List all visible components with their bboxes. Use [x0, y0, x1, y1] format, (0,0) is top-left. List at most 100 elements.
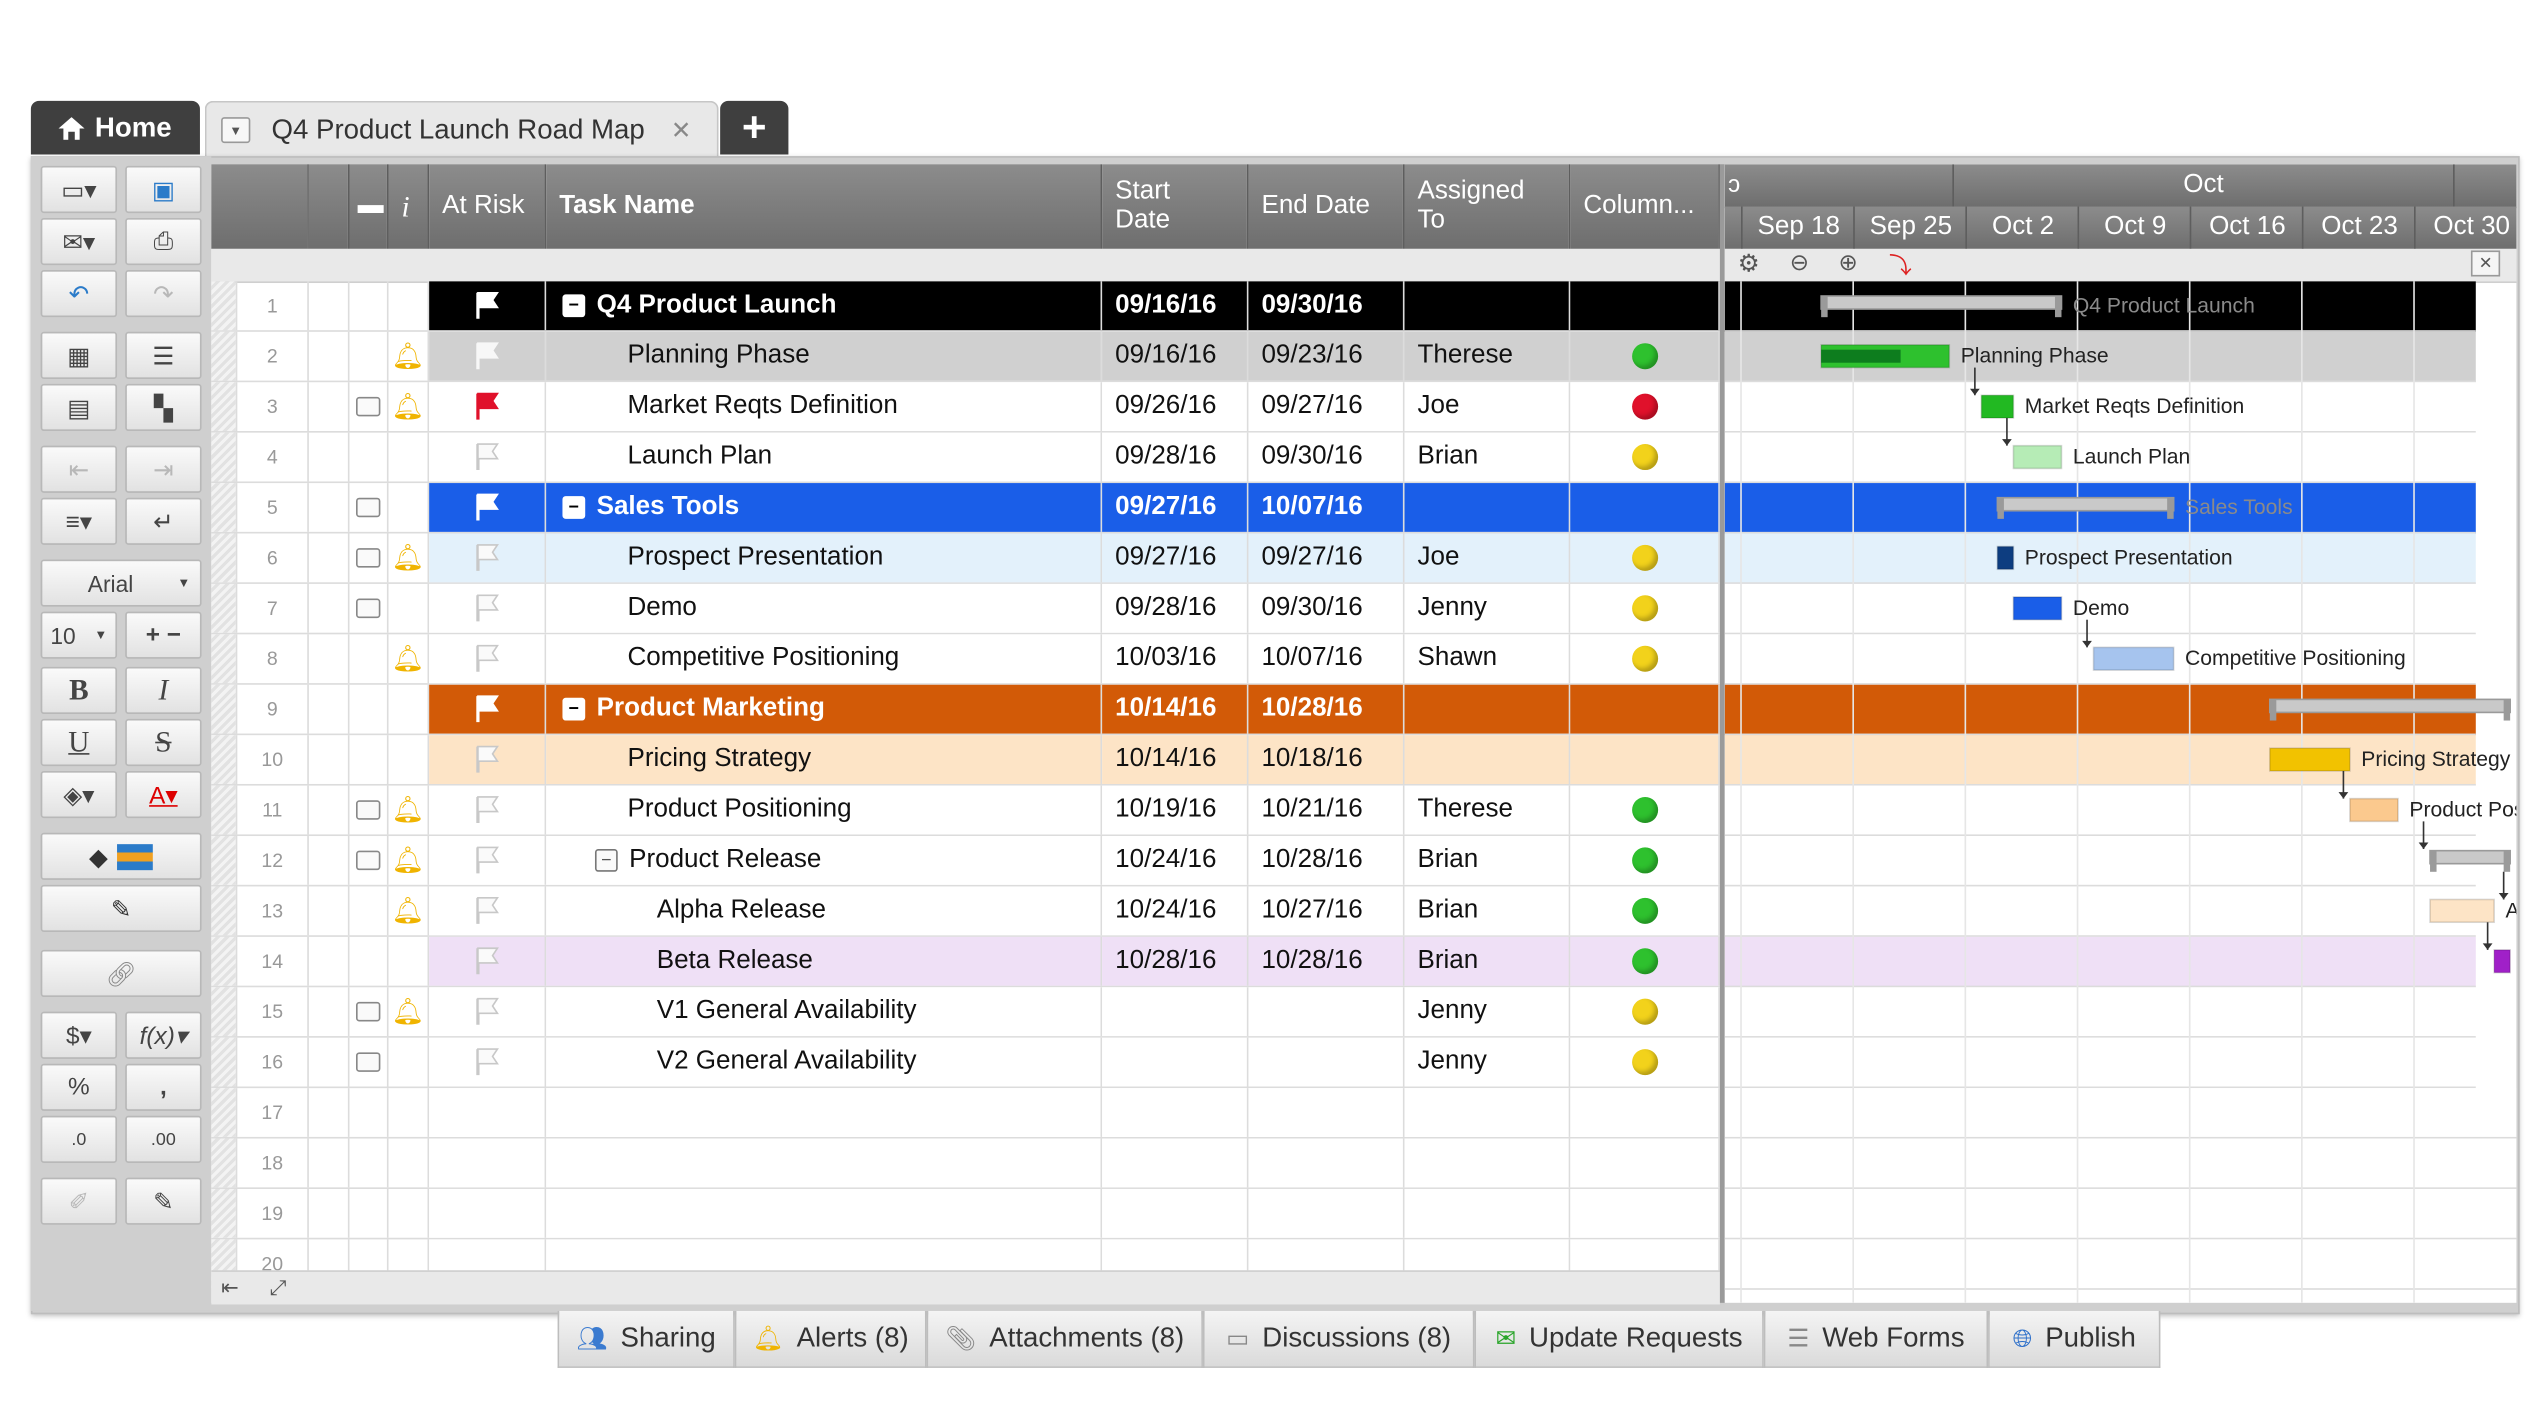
link-icon[interactable]: 🔗︎	[40, 949, 202, 998]
fill-color-icon[interactable]: ◈▾	[40, 770, 118, 819]
at-risk-cell[interactable]	[429, 533, 547, 583]
align-icon[interactable]: ≡▾	[40, 497, 118, 545]
assigned-to-cell[interactable]	[1404, 1188, 1571, 1238]
at-risk-cell[interactable]	[429, 1188, 547, 1238]
task-name-cell[interactable]: Product Positioning	[546, 785, 1103, 835]
at-risk-cell[interactable]	[429, 886, 547, 936]
flag-icon[interactable]	[474, 392, 500, 421]
alert-bell-icon[interactable]: 🔔︎	[392, 844, 425, 877]
attachment-cell[interactable]	[309, 987, 350, 1037]
row-handle[interactable]	[211, 987, 238, 1037]
gantt-bar[interactable]	[2268, 747, 2351, 772]
comment-cell[interactable]	[350, 634, 389, 684]
header-assigned-to[interactable]: Assigned To	[1404, 164, 1571, 249]
task-name-cell[interactable]: V2 General Availability	[546, 1037, 1103, 1087]
comment-cell[interactable]	[350, 331, 389, 381]
print-icon[interactable]: ⎙	[125, 217, 202, 266]
increase-decimal-icon[interactable]: .00	[125, 1115, 202, 1163]
attachment-cell[interactable]	[309, 785, 350, 835]
task-name-cell[interactable]	[546, 1088, 1103, 1137]
gantt-bar[interactable]	[1996, 545, 2015, 571]
gantt-bar[interactable]	[2092, 646, 2175, 671]
comment-icon[interactable]	[356, 1052, 381, 1072]
header-info-icon[interactable]: i	[388, 164, 430, 249]
comment-cell[interactable]	[350, 735, 389, 784]
start-date-cell[interactable]	[1102, 1188, 1249, 1238]
start-date-cell[interactable]: 10/24/16	[1102, 886, 1249, 936]
task-name-cell[interactable]: Demo	[546, 583, 1103, 633]
attachment-cell[interactable]	[309, 936, 350, 986]
assigned-to-cell[interactable]	[1404, 735, 1571, 784]
start-date-cell[interactable]: 09/28/16	[1102, 432, 1249, 482]
start-date-cell[interactable]: 09/16/16	[1102, 281, 1249, 331]
table-row[interactable]: 16 V2 General Availability Jenny	[211, 1037, 1720, 1089]
table-row[interactable]: 6 🔔︎ Prospect Presentation 09/27/16 09/27/16…	[211, 533, 1720, 584]
start-date-cell[interactable]: 10/19/16	[1102, 785, 1249, 835]
attachment-cell[interactable]	[309, 1138, 350, 1188]
task-name-cell[interactable]: Prospect Presentation	[546, 533, 1103, 583]
row-handle[interactable]	[211, 483, 238, 532]
status-cell[interactable]	[1570, 1138, 1720, 1188]
assigned-to-cell[interactable]	[1404, 483, 1571, 532]
assigned-to-cell[interactable]: Brian	[1404, 886, 1571, 936]
table-row[interactable]: 17	[211, 1088, 1720, 1139]
end-date-cell[interactable]: 10/18/16	[1248, 735, 1405, 784]
gantt-view-icon[interactable]: ☰	[125, 331, 202, 379]
assigned-to-cell[interactable]	[1404, 1088, 1571, 1137]
at-risk-cell[interactable]	[429, 382, 547, 432]
end-date-cell[interactable]: 09/30/16	[1248, 583, 1405, 633]
table-row[interactable]: 7 Demo 09/28/16 09/30/16 Jenny	[211, 583, 1720, 635]
assigned-to-cell[interactable]: Brian	[1404, 936, 1571, 986]
alert-cell[interactable]	[389, 1037, 430, 1087]
alert-cell[interactable]: 🔔︎	[389, 382, 430, 432]
task-name-cell[interactable]: − Q4 Product Launch	[546, 281, 1103, 331]
at-risk-cell[interactable]	[429, 1138, 547, 1188]
percent-icon[interactable]: %	[40, 1063, 118, 1111]
table-row[interactable]: 5− Sales Tools 09/27/16 10/07/16	[211, 483, 1720, 534]
collapse-icon[interactable]: −	[562, 697, 586, 721]
status-cell[interactable]	[1570, 331, 1720, 381]
new-icon[interactable]: ▭▾	[40, 165, 118, 214]
table-row[interactable]: 8 🔔︎ Competitive Positioning 10/03/16 10/07/…	[211, 634, 1720, 685]
header-column[interactable]: Column...	[1570, 164, 1720, 249]
task-name-cell[interactable]	[546, 1138, 1103, 1188]
attachment-cell[interactable]	[309, 684, 350, 734]
alert-cell[interactable]: 🔔︎	[389, 987, 430, 1037]
alert-bell-icon[interactable]: 🔔︎	[392, 390, 425, 423]
assigned-to-cell[interactable]: Therese	[1404, 331, 1571, 381]
alert-cell[interactable]	[389, 1138, 430, 1188]
end-date-cell[interactable]: 09/30/16	[1248, 281, 1405, 331]
end-date-cell[interactable]	[1248, 1138, 1405, 1188]
flag-icon[interactable]	[474, 997, 500, 1026]
at-risk-cell[interactable]	[429, 1037, 547, 1087]
flag-icon[interactable]	[474, 291, 500, 320]
bottom-tab-update-request[interactable]: ✉ Update Requests	[1474, 1310, 1764, 1368]
at-risk-cell[interactable]	[429, 1088, 547, 1137]
row-handle[interactable]	[211, 735, 238, 784]
gantt-bar[interactable]	[1980, 394, 2015, 419]
assigned-to-cell[interactable]: Jenny	[1404, 583, 1571, 633]
assigned-to-cell[interactable]	[1404, 281, 1571, 331]
alert-cell[interactable]	[389, 483, 430, 532]
alert-cell[interactable]: 🔔︎	[389, 886, 430, 936]
font-family-select[interactable]: Arial ▼	[40, 559, 202, 607]
start-date-cell[interactable]: 10/03/16	[1102, 634, 1249, 684]
comment-cell[interactable]	[350, 583, 389, 633]
gantt-bar[interactable]	[2012, 444, 2063, 470]
bottom-tab-web-form[interactable]: ☰ Web Forms	[1763, 1310, 1989, 1368]
table-row[interactable]: 18	[211, 1138, 1720, 1189]
redo-icon[interactable]: ↷	[125, 269, 202, 318]
indent-icon[interactable]: ⇥	[125, 445, 202, 493]
assigned-to-cell[interactable]: Therese	[1404, 785, 1571, 835]
status-cell[interactable]	[1570, 382, 1720, 432]
at-risk-cell[interactable]	[429, 735, 547, 784]
at-risk-cell[interactable]	[429, 331, 547, 381]
flag-icon[interactable]	[474, 846, 500, 875]
end-date-cell[interactable]	[1248, 1188, 1405, 1238]
flag-icon[interactable]	[474, 795, 500, 824]
bottom-tab-alert-bell[interactable]: 🔔︎ Alerts (8)	[734, 1310, 927, 1368]
comment-cell[interactable]	[350, 1088, 389, 1137]
row-handle[interactable]	[211, 432, 238, 482]
assigned-to-cell[interactable]: Joe	[1404, 382, 1571, 432]
table-row[interactable]: 19	[211, 1188, 1720, 1240]
